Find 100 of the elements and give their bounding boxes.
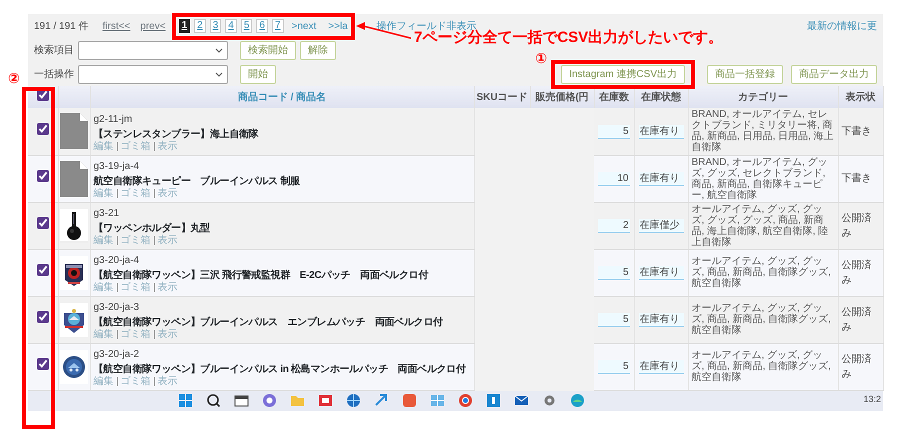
category-list: BRAND, オールアイテム, セレクトブランド, ミリタリー将, 商品, 新商品, 日用品, 日用品, 海上自衛隊 (692, 109, 834, 154)
row-checkbox[interactable] (36, 264, 49, 276)
action-button[interactable]: 検索開始 (240, 40, 296, 60)
row-action-link[interactable]: 編集 (94, 283, 116, 292)
row-action-link[interactable]: ゴミ箱 (116, 330, 154, 339)
page-link[interactable]: 2 (194, 19, 206, 33)
category-list: オールアイテム, グッズ, グッズ, 商品, 新商品, 自衛隊グッズ, 航空自衛隊 (692, 303, 834, 336)
row-action-link[interactable]: 表示 (154, 330, 180, 339)
grid-icon[interactable] (430, 393, 445, 408)
stock-field[interactable]: 5 (598, 266, 630, 280)
visibility-status: 下書き (842, 126, 872, 137)
page-link[interactable]: 3 (210, 19, 222, 33)
action-button[interactable]: 商品データ出力 (791, 64, 877, 84)
column-header: 在庫状態 (641, 92, 681, 102)
sort-link[interactable]: 商品コード / 商品名 (238, 92, 326, 102)
app-icon[interactable] (486, 393, 501, 408)
stock-field[interactable]: 10 (598, 172, 630, 186)
arrow-icon[interactable] (374, 393, 389, 408)
row-action-link[interactable]: 表示 (154, 142, 180, 151)
row-action-link[interactable]: 表示 (154, 283, 180, 292)
page-link[interactable]: 5 (240, 19, 252, 33)
category-list: BRAND, オールアイテム, グッズ, グッズ, セレクトブランド, 商品, 新商品, 自衛隊キューピー, 航空自衛隊 (692, 156, 834, 200)
stock-status-field[interactable]: 在庫有り (638, 124, 684, 139)
window-icon[interactable] (234, 393, 249, 408)
action-button[interactable]: 解除 (300, 40, 336, 60)
category-list: オールアイテム, グッズ, グッズ, 商品, 新商品, 自衛隊グッズ, 航空自衛隊 (692, 350, 834, 383)
search-icon[interactable] (206, 393, 221, 408)
page-link[interactable]: 6 (256, 19, 268, 33)
callout-text: 7ページ分全て一括でCSV出力がしたいです。 (414, 29, 724, 48)
last-link[interactable]: >>la (328, 18, 348, 34)
stock-field[interactable]: 5 (598, 124, 630, 139)
column-header: 販売価格(円 (535, 92, 589, 102)
stock-field[interactable]: 2 (598, 219, 630, 233)
row-checkbox[interactable] (36, 358, 49, 370)
column-header: カテゴリー (738, 92, 788, 102)
product-code: g3-20-ja-4 (94, 254, 140, 268)
mail-icon[interactable] (514, 393, 529, 408)
action-button[interactable]: Instagram 連携CSV出力 (561, 64, 685, 84)
stock-status-field[interactable]: 在庫有り (638, 313, 684, 327)
row-action-link[interactable]: ゴミ箱 (116, 142, 154, 151)
page-link[interactable]: 4 (225, 19, 237, 33)
refresh-link[interactable]: 最新の情報に更 (807, 18, 877, 34)
action-button[interactable]: 商品一括登録 (707, 64, 783, 84)
row-action-link[interactable]: ゴミ箱 (116, 189, 154, 198)
category-list: オールアイテム, グッズ, グッズ, グッズ, グッズ, 商品, 新商品, 海上自衛隊, 航空自衛隊, 陸上自衛隊 (692, 204, 834, 248)
windows-icon[interactable] (178, 393, 193, 408)
stock-status-field[interactable]: 在庫有り (638, 266, 684, 280)
row-action-link[interactable]: ゴミ箱 (116, 236, 154, 245)
product-code: g3-19-ja-4 (94, 160, 140, 174)
caret-icon (215, 48, 223, 52)
dropdown-field[interactable] (78, 40, 228, 60)
file-icon (60, 113, 88, 150)
row-action-link[interactable]: 表示 (154, 236, 180, 245)
row-action-link[interactable]: 編集 (94, 142, 116, 151)
visibility-status: 公開済み (842, 306, 872, 332)
row-action-link[interactable]: 編集 (94, 377, 116, 386)
product-name[interactable]: 【航空自衛隊ワッペン】ブルーインパルス エンブレムパッチ 両面ベルクロ付 (94, 315, 470, 330)
page-link[interactable]: 7 (272, 19, 284, 33)
visibility-status: 公開済み (842, 354, 872, 380)
visibility-status: 下書き (842, 173, 872, 184)
caret-icon (215, 72, 223, 76)
page-link[interactable]: 1 (178, 19, 190, 33)
marker-number: ② (8, 69, 20, 88)
stock-field[interactable]: 5 (598, 360, 630, 374)
product-name[interactable]: 航空自衛隊キューピー ブルーインパルス 制服 (94, 174, 470, 189)
visibility-status: 公開済み (842, 260, 872, 286)
column-header: 表示状 (846, 92, 876, 102)
stock-status-field[interactable]: 在庫有り (638, 172, 684, 186)
first-link[interactable]: first<< (102, 18, 130, 34)
column-header: 在庫数 (599, 92, 629, 102)
product-name[interactable]: 【航空自衛隊ワッペン】ブルーインパルス in 松島マンホールパッチ 両面ベルクロ付 (94, 362, 470, 377)
app-icon[interactable] (402, 393, 417, 408)
product-name[interactable]: 【ステンレスタンブラー】海上自衛隊 (94, 126, 470, 142)
product-name[interactable]: 【航空自衛隊ワッペン】三沢 飛行警戒監視群 E-2Cパッチ 両面ベルクロ付 (94, 268, 470, 283)
row-action-link[interactable]: 表示 (154, 189, 180, 198)
row-action-link[interactable]: 編集 (94, 330, 116, 339)
row-checkbox[interactable] (36, 170, 49, 182)
product-name[interactable]: 【ワッペンホルダー】丸型 (94, 221, 470, 236)
stock-status-field[interactable]: 在庫僅少 (638, 219, 684, 233)
stock-status-field[interactable]: 在庫有り (638, 360, 684, 374)
row-action-link[interactable]: 編集 (94, 189, 116, 198)
app-icon[interactable] (318, 393, 333, 408)
prev-link[interactable]: prev< (140, 18, 166, 34)
dropdown-field[interactable] (78, 64, 228, 84)
globe-icon[interactable] (346, 393, 361, 408)
row-action-link[interactable]: 編集 (94, 236, 116, 245)
row-action-link[interactable]: ゴミ箱 (116, 377, 154, 386)
row-checkbox[interactable] (36, 122, 49, 135)
next-link[interactable]: >next (292, 18, 316, 34)
field-label: 検索項目 (34, 44, 74, 58)
row-action-link[interactable]: 表示 (154, 377, 180, 386)
stock-field[interactable]: 5 (598, 313, 630, 327)
field-label: 一括操作 (34, 68, 74, 82)
select-all-checkbox[interactable] (36, 88, 49, 100)
category-list: オールアイテム, グッズ, グッズ, 商品, 新商品, 自衛隊グッズ, 航空自衛隊 (692, 256, 834, 289)
product-code: g3-21 (94, 207, 120, 221)
row-checkbox[interactable] (36, 217, 49, 229)
row-action-link[interactable]: ゴミ箱 (116, 283, 154, 292)
action-button[interactable]: 開始 (240, 64, 276, 84)
row-checkbox[interactable] (36, 311, 49, 323)
